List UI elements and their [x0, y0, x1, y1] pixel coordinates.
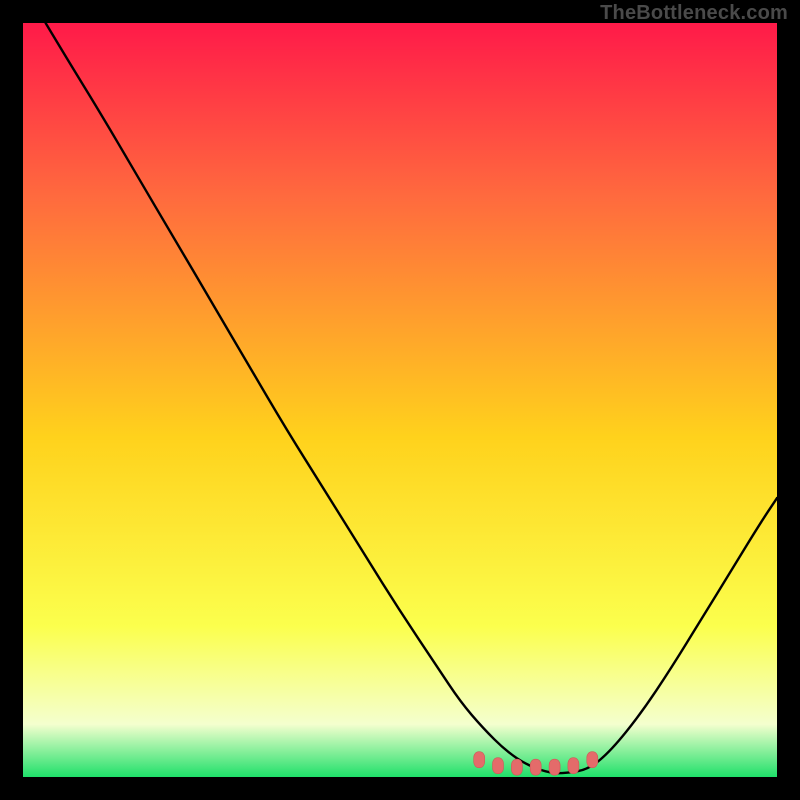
optimal-marker — [493, 758, 504, 774]
optimal-marker — [549, 759, 560, 775]
bottleneck-chart — [23, 23, 777, 777]
chart-frame: TheBottleneck.com — [0, 0, 800, 800]
gradient-background — [23, 23, 777, 777]
optimal-marker — [568, 758, 579, 774]
optimal-marker — [511, 759, 522, 775]
attribution-text: TheBottleneck.com — [600, 2, 788, 25]
optimal-marker — [530, 759, 541, 775]
optimal-marker — [587, 752, 598, 768]
optimal-marker — [474, 752, 485, 768]
plot-area — [23, 23, 777, 777]
